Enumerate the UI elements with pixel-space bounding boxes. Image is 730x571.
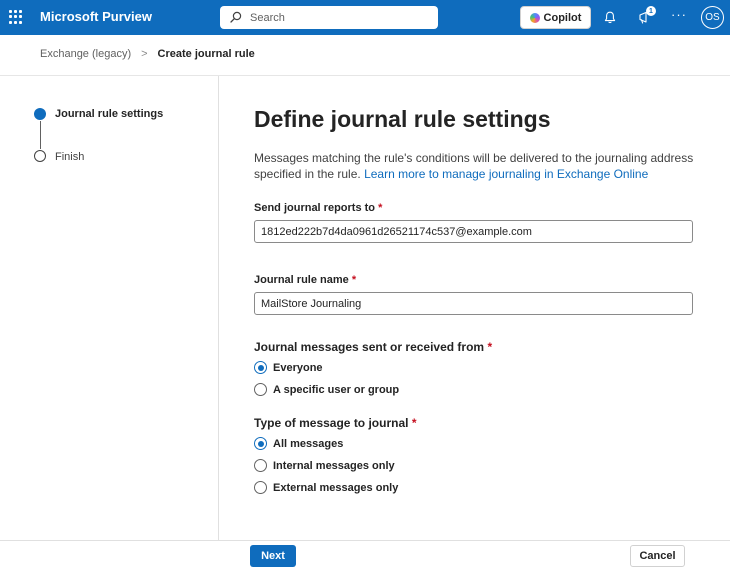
step-connector: [39, 121, 41, 149]
radio-label: External messages only: [273, 481, 399, 494]
footer-divider: [0, 540, 730, 541]
radio-internal-messages-only[interactable]: Internal messages only: [254, 459, 395, 472]
rule-name-input[interactable]: [254, 292, 693, 315]
breadcrumb-current: Create journal rule: [157, 48, 255, 60]
breadcrumb-chevron-icon: >: [141, 48, 148, 60]
copilot-button[interactable]: Copilot: [520, 6, 591, 29]
wizard-stepper: [0, 76, 219, 540]
copilot-icon: [529, 12, 540, 23]
required-mark: *: [411, 416, 417, 430]
send-reports-input[interactable]: [254, 220, 693, 243]
learn-more-link[interactable]: Learn more to manage journaling in Excha…: [364, 167, 648, 181]
breadcrumb-parent-link[interactable]: Exchange (legacy): [40, 48, 131, 60]
radio-button-checked[interactable]: [254, 361, 267, 374]
page-title: Define journal rule settings: [254, 106, 551, 132]
radio-button-checked[interactable]: [254, 437, 267, 450]
more-options-icon[interactable]: ···: [671, 7, 687, 22]
message-type-label: Type of message to journal *: [254, 416, 417, 430]
sent-or-received-label-text: Journal messages sent or received from: [254, 340, 485, 354]
required-mark: *: [378, 202, 383, 214]
message-type-label-text: Type of message to journal: [254, 416, 409, 430]
rule-name-label: Journal rule name *: [254, 274, 356, 286]
sent-or-received-label: Journal messages sent or received from *: [254, 340, 492, 354]
user-avatar[interactable]: OS: [701, 6, 724, 29]
top-bar: Microsoft Purview Copilot 1 ··· OS: [0, 0, 730, 35]
radio-label: All messages: [273, 437, 344, 450]
radio-button[interactable]: [254, 481, 267, 494]
required-mark: *: [487, 340, 493, 354]
app-name[interactable]: Microsoft Purview: [40, 9, 152, 24]
radio-all-messages[interactable]: All messages: [254, 437, 343, 450]
step-indicator-active: [34, 108, 46, 120]
next-button[interactable]: Next: [250, 545, 296, 567]
cancel-button[interactable]: Cancel: [630, 545, 685, 567]
radio-specific-user-or-group[interactable]: A specific user or group: [254, 383, 399, 396]
copilot-label: Copilot: [543, 11, 582, 24]
send-reports-label-text: Send journal reports to: [254, 202, 376, 214]
notifications-bell-icon[interactable]: [601, 8, 619, 26]
radio-label: Internal messages only: [273, 459, 395, 472]
radio-label: A specific user or group: [273, 383, 400, 396]
breadcrumb: Exchange (legacy) > Create journal rule: [40, 48, 255, 60]
radio-button[interactable]: [254, 383, 267, 396]
search-box[interactable]: [220, 6, 438, 29]
search-input[interactable]: [250, 9, 430, 26]
send-reports-label: Send journal reports to *: [254, 202, 382, 214]
radio-button[interactable]: [254, 459, 267, 472]
radio-label: Everyone: [273, 361, 323, 374]
radio-external-messages-only[interactable]: External messages only: [254, 481, 398, 494]
app-launcher-icon[interactable]: [9, 10, 23, 24]
step-indicator: [34, 150, 46, 162]
step-finish[interactable]: Finish: [55, 151, 84, 163]
notification-badge: 1: [646, 6, 656, 16]
page-description: Messages matching the rule's conditions …: [254, 150, 694, 182]
search-icon: [230, 11, 242, 23]
step-journal-rule-settings[interactable]: Journal rule settings: [55, 108, 163, 120]
required-mark: *: [351, 274, 357, 286]
rule-name-label-text: Journal rule name: [254, 274, 349, 286]
radio-everyone[interactable]: Everyone: [254, 361, 323, 374]
